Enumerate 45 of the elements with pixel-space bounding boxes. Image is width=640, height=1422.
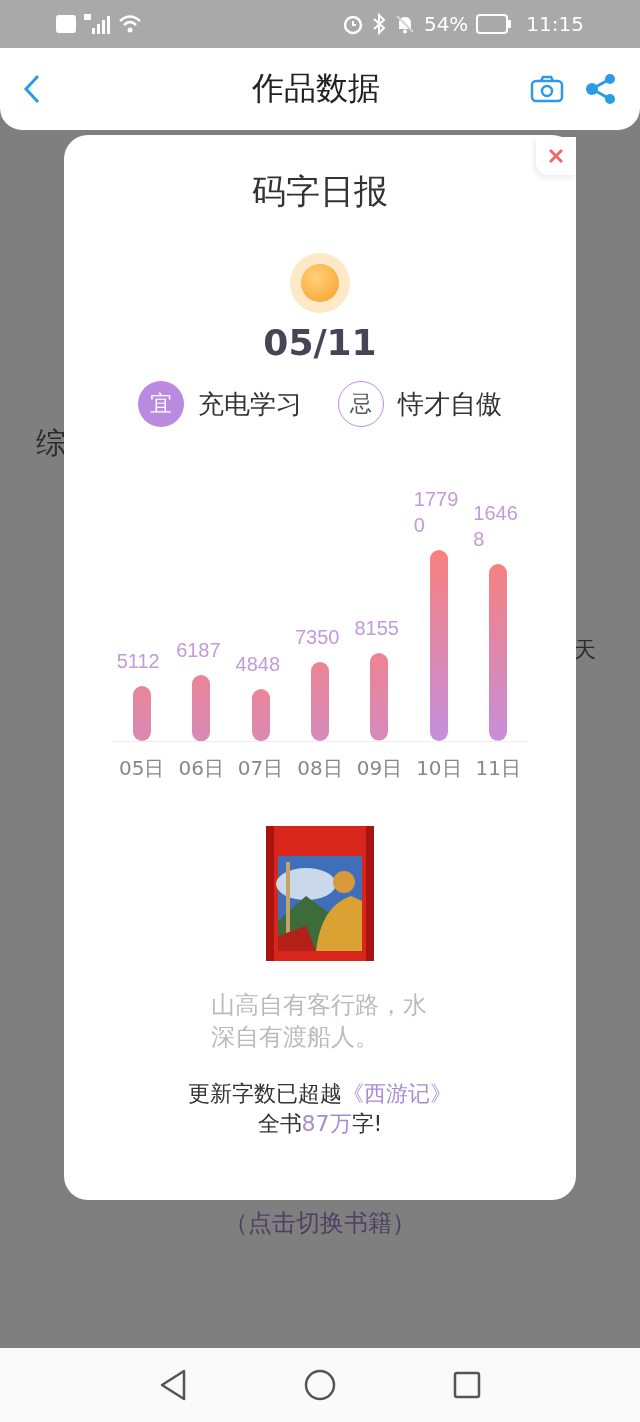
day-label: 06日 (177, 756, 225, 780)
value-label: 1779 0 (413, 487, 460, 538)
day-label: 08日 (296, 756, 344, 780)
camera-button[interactable] (530, 75, 564, 103)
share-button[interactable] (584, 73, 618, 105)
switch-book-link[interactable]: （点击切换书籍） (224, 1207, 416, 1239)
back-nav-button[interactable] (158, 1369, 187, 1401)
signal-icon (84, 14, 110, 34)
day-label: 07日 (236, 756, 285, 780)
value-label: 7350 (295, 625, 341, 651)
summary-text: 更新字数已超越《西游记》 全书87万字! (188, 1080, 452, 1138)
battery-percent: 54% (423, 12, 469, 36)
value-label: 1646 8 (473, 501, 519, 553)
home-nav-button[interactable] (304, 1369, 336, 1401)
clock: 11:15 (526, 12, 584, 36)
day-label: 11日 (474, 756, 522, 780)
value-label: 6187 (176, 637, 222, 663)
bluetooth-icon (371, 13, 386, 35)
report-date: 05/11 (263, 321, 377, 365)
muted-bell-icon (393, 13, 416, 35)
close-icon (549, 149, 563, 163)
bar (192, 674, 211, 741)
day-label: 05日 (118, 756, 166, 780)
alarm-icon (341, 13, 364, 35)
sun-icon (290, 253, 350, 313)
almanac-badge: 宜 (138, 381, 184, 427)
dialog-title: 码字日报 (252, 171, 388, 211)
almanac-text: 充电学习 (198, 387, 302, 421)
wifi-icon (118, 14, 142, 34)
bar (251, 688, 270, 741)
recents-nav-button[interactable] (453, 1371, 482, 1399)
value-label: 5112 (116, 649, 161, 675)
value-label: 4848 (235, 651, 282, 677)
page-title: 作品数据 (251, 68, 381, 109)
day-label: 10日 (415, 756, 463, 780)
battery-icon (476, 14, 513, 34)
back-button[interactable] (22, 73, 42, 105)
section-heading: 综 (36, 425, 66, 460)
quote-text: 山高自有客行路，水深自有渡船人。 (210, 990, 428, 1053)
period-label: 天 (574, 636, 596, 664)
almanac-text: 恃才自傲 (398, 387, 502, 421)
day-label: 09日 (355, 756, 404, 780)
value-label: 8155 (354, 616, 400, 642)
close-button[interactable] (536, 137, 576, 175)
bar (132, 686, 151, 741)
